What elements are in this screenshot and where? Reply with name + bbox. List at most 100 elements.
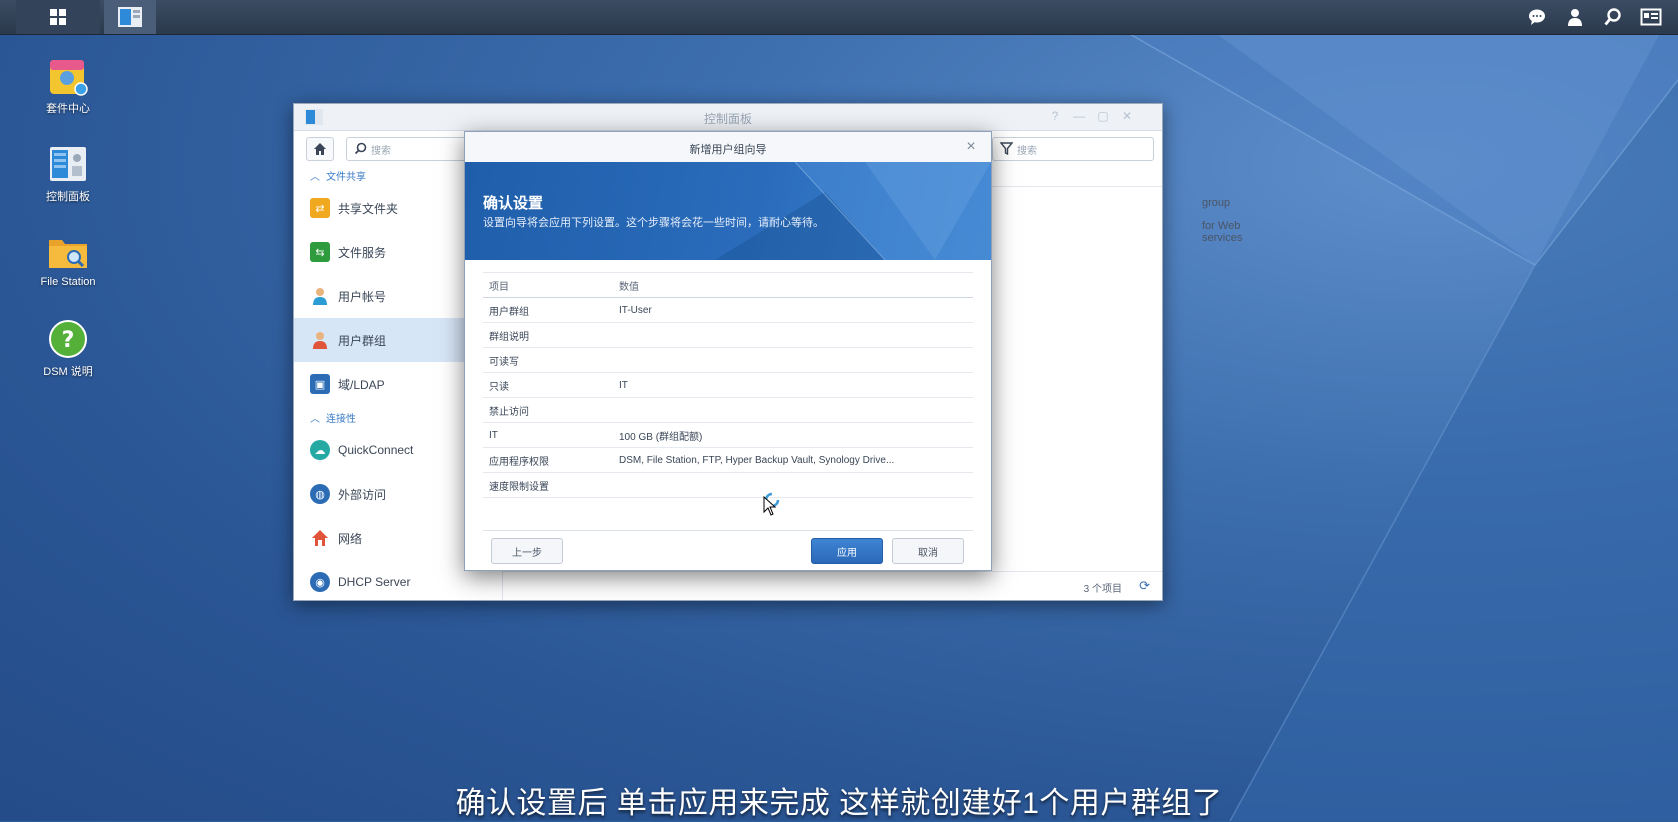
column-header-value: 数值 xyxy=(619,281,639,293)
control-panel-icon xyxy=(46,144,90,184)
grid-icon xyxy=(50,9,66,25)
sidebar-item-label: 文件服务 xyxy=(338,245,387,260)
sidebar-item-label: DHCP Server xyxy=(338,575,411,589)
refresh-icon[interactable]: ⟳ xyxy=(1139,578,1150,594)
filter-placeholder: 搜索 xyxy=(1017,146,1037,157)
list-row-description[interactable]: for Web services xyxy=(1202,220,1242,244)
close-icon[interactable]: ✕ xyxy=(1120,109,1134,123)
directory-icon: ▣ xyxy=(310,374,330,394)
wizard-titlebar[interactable]: 新增用户组向导 × xyxy=(465,132,991,163)
sidebar-section-label: 文件共享 xyxy=(326,171,366,183)
widgets-button[interactable] xyxy=(1634,0,1668,34)
list-search-input[interactable]: 搜索 xyxy=(992,137,1154,161)
search-icon xyxy=(1604,8,1621,26)
row-value: IT-User xyxy=(619,304,652,316)
window-titlebar[interactable]: 控制面板 ? — ▢ ✕ xyxy=(294,104,1162,131)
chevron-up-icon: ︿ xyxy=(310,171,320,183)
sidebar-item-label: 共享文件夹 xyxy=(338,201,399,216)
filter-icon xyxy=(1000,142,1013,155)
row-item: 只读 xyxy=(489,381,509,393)
network-house-icon xyxy=(310,528,330,548)
search-placeholder: 搜索 xyxy=(371,146,391,157)
window-title: 控制面板 xyxy=(703,112,752,126)
file-services-icon: ⇆ xyxy=(310,242,330,262)
chat-icon xyxy=(1529,9,1545,25)
banner-decoration xyxy=(715,162,991,260)
wizard-heading: 确认设置 xyxy=(483,195,544,212)
user-icon xyxy=(310,286,330,306)
sidebar-item-label: 外部访问 xyxy=(338,487,387,502)
user-button[interactable] xyxy=(1558,0,1592,34)
help-icon: ? xyxy=(46,319,90,359)
table-header: 项目 数值 xyxy=(483,272,973,298)
control-panel-icon xyxy=(118,7,142,27)
wizard-title: 新增用户组向导 xyxy=(689,144,767,156)
search-button[interactable] xyxy=(1596,0,1630,34)
mouse-cursor-icon xyxy=(763,496,777,516)
table-row: 速度限制设置 xyxy=(483,473,973,498)
sidebar-item-label: 域/LDAP xyxy=(338,377,385,392)
maximize-icon[interactable]: ▢ xyxy=(1096,109,1110,123)
close-icon[interactable]: × xyxy=(961,137,981,157)
summary-table: 项目 数值 用户群组 IT-User 群组说明 可读写 只读 IT 禁止访问 I… xyxy=(483,272,973,498)
cancel-button[interactable]: 取消 xyxy=(892,538,964,564)
group-icon xyxy=(310,330,330,350)
search-icon xyxy=(354,142,367,155)
home-button[interactable] xyxy=(306,137,334,161)
row-item: 速度限制设置 xyxy=(489,481,549,493)
shared-folder-icon: ⇄ xyxy=(310,198,330,218)
desktop-icon-label: DSM 说明 xyxy=(43,366,93,378)
desktop-icon-file-station[interactable]: File Station xyxy=(13,232,123,288)
package-center-icon xyxy=(46,56,90,96)
row-value: IT xyxy=(619,379,628,391)
main-menu-button[interactable] xyxy=(16,0,100,34)
row-item: 用户群组 xyxy=(489,306,529,318)
taskbar-control-panel-button[interactable] xyxy=(104,0,156,34)
sidebar-search-input[interactable]: 搜索 xyxy=(346,137,478,161)
desktop-icon-label: File Station xyxy=(40,276,96,288)
sidebar-item-label: 用户帐号 xyxy=(338,289,387,304)
table-row: 禁止访问 xyxy=(483,398,973,423)
table-row: IT 100 GB (群组配额) xyxy=(483,423,973,448)
apply-button[interactable]: 应用 xyxy=(811,538,883,564)
cloud-icon: ☁ xyxy=(310,440,330,460)
row-item: 可读写 xyxy=(489,356,519,368)
desktop-icon-package-center[interactable]: 套件中心 xyxy=(13,56,123,116)
desktop-icon-dsm-help[interactable]: ? DSM 说明 xyxy=(13,319,123,379)
notifications-button[interactable] xyxy=(1520,0,1554,34)
sidebar-item-label: QuickConnect xyxy=(338,443,414,457)
row-item: IT xyxy=(489,429,498,441)
desktop-icon-label: 套件中心 xyxy=(46,103,90,115)
row-item: 应用程序权限 xyxy=(489,456,549,468)
home-icon xyxy=(314,143,326,155)
desktop-icon-label: 控制面板 xyxy=(46,191,90,203)
row-value: 100 GB (群组配额) xyxy=(619,431,703,443)
sidebar-item-label: 网络 xyxy=(338,531,363,546)
chevron-up-icon: ︿ xyxy=(310,413,320,425)
column-header-item: 项目 xyxy=(489,281,509,293)
taskbar xyxy=(0,0,1678,35)
dhcp-icon: ◉ xyxy=(310,572,330,592)
sidebar-item-label: 用户群组 xyxy=(338,333,387,348)
help-window-icon[interactable]: ? xyxy=(1048,109,1062,123)
list-footer: 3 个项目 ⟳ xyxy=(502,571,1162,600)
table-row: 群组说明 xyxy=(483,323,973,348)
table-row: 用户群组 IT-User xyxy=(483,298,973,323)
create-group-wizard: 新增用户组向导 × 确认设置 设置向导将会应用下列设置。这个步骤将会花一些时间，… xyxy=(464,131,992,571)
minimize-icon[interactable]: — xyxy=(1072,109,1086,123)
globe-icon: ◍ xyxy=(310,484,330,504)
table-row: 应用程序权限 DSM, File Station, FTP, Hyper Bac… xyxy=(483,448,973,473)
user-icon xyxy=(1568,9,1582,26)
list-row-description[interactable]: group xyxy=(1202,197,1230,209)
widgets-icon xyxy=(1640,8,1662,26)
row-item: 禁止访问 xyxy=(489,406,529,418)
folder-search-icon xyxy=(46,232,90,272)
row-value: DSM, File Station, FTP, Hyper Backup Vau… xyxy=(619,454,895,466)
wizard-banner: 确认设置 设置向导将会应用下列设置。这个步骤将会花一些时间，请耐心等待。 xyxy=(465,162,991,260)
previous-button[interactable]: 上一步 xyxy=(491,538,563,564)
desktop-icon-control-panel[interactable]: 控制面板 xyxy=(13,144,123,204)
svg-text:?: ? xyxy=(62,328,75,353)
table-row: 只读 IT xyxy=(483,373,973,398)
item-count: 3 个项目 xyxy=(1083,584,1122,595)
video-subtitle: 确认设置后 单击应用来完成 这样就创建好1个用户群组了 xyxy=(455,787,1223,820)
